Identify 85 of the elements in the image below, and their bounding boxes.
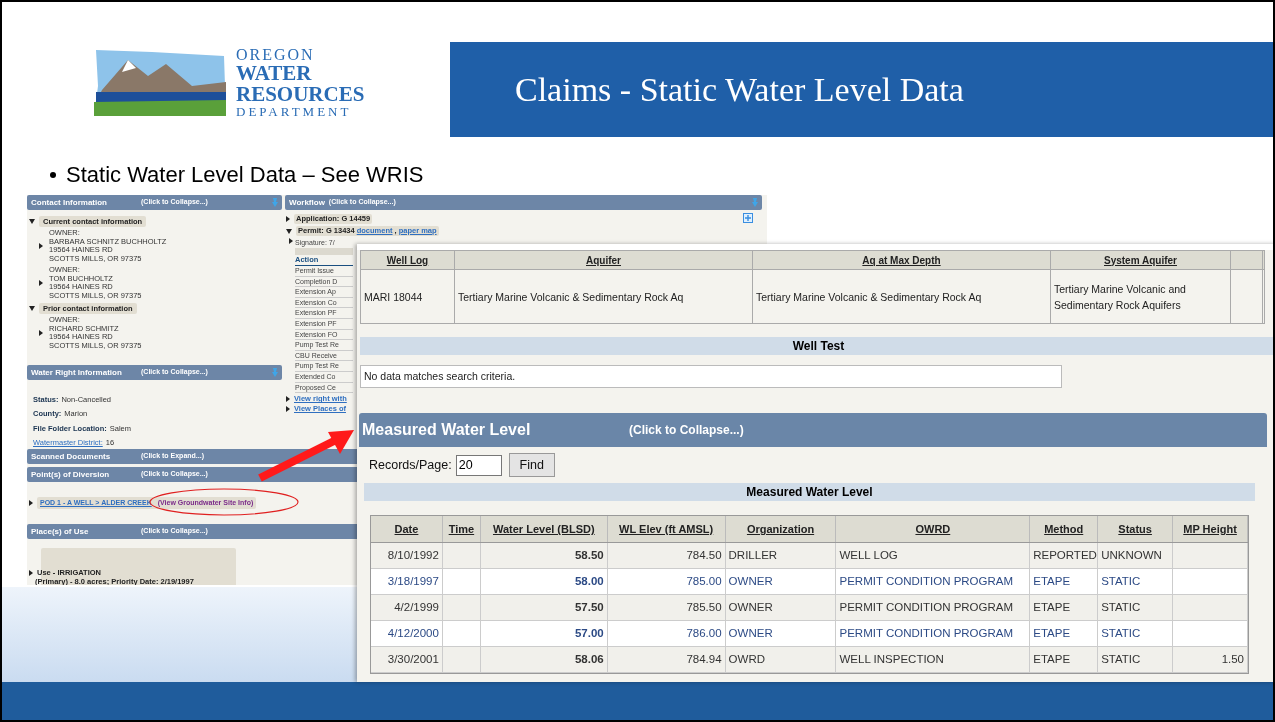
find-button[interactable]: Find: [508, 453, 555, 477]
field-label: Records/Page:: [369, 456, 452, 474]
table-cell: OWRD: [725, 647, 837, 672]
table-cell: ETAPE: [1030, 595, 1099, 620]
logo-text: WATER: [236, 62, 312, 84]
table-cell: 58.00: [480, 569, 608, 594]
table-cell: ETAPE: [1030, 569, 1099, 594]
table-cell: 57.50: [480, 595, 608, 620]
logo-text: OREGON: [236, 46, 315, 63]
column-header[interactable]: MP Height: [1173, 516, 1248, 542]
table-cell: OWNER: [725, 569, 837, 594]
column-header[interactable]: Aquifer: [455, 251, 753, 269]
table-cell: WELL INSPECTION: [836, 647, 1031, 672]
column-header[interactable]: Status: [1098, 516, 1174, 542]
expand-triangle-icon: [289, 238, 293, 244]
table-cell: 58.06: [480, 647, 608, 672]
table-cell: 8/10/1992: [371, 543, 443, 568]
table-cell: 57.00: [480, 621, 608, 646]
pin-icon: [272, 368, 278, 377]
column-header[interactable]: Method: [1030, 516, 1099, 542]
message-box: No data matches search criteria.: [360, 365, 1062, 388]
column-header[interactable]: Water Level (BLSD): [480, 516, 608, 542]
table-cell: STATIC: [1098, 569, 1174, 594]
column-header[interactable]: Aq at Max Depth: [753, 251, 1051, 269]
table-cell: Tertiary Marine Volcanic and Sedimentary Rock Aquifers: [1051, 270, 1231, 323]
panel-title: Water Right Information: [31, 366, 123, 379]
bullet-text: Static Water Level Data – See WRIS: [66, 161, 424, 189]
table-cell: 4/12/2000: [371, 621, 443, 646]
pin-icon: [752, 198, 758, 207]
expand-triangle-icon: [39, 330, 43, 336]
panel-title: Scanned Documents: [31, 450, 112, 463]
column-header[interactable]: Time: [442, 516, 481, 542]
table-cell: 3/30/2001: [371, 647, 443, 672]
section-title: Well Test: [792, 338, 845, 355]
table-cell: 785.00: [607, 569, 726, 594]
bullet-icon: [50, 171, 56, 178]
table-cell: 784.94: [607, 647, 726, 672]
expand-triangle-icon: [29, 569, 33, 576]
table-cell: 58.50: [480, 543, 608, 568]
table-cell: UNKNOWN: [1098, 543, 1174, 568]
table-cell: 3/18/1997: [371, 569, 443, 594]
table-cell: STATIC: [1098, 595, 1174, 620]
column-header[interactable]: Organization: [725, 516, 837, 542]
expand-triangle-icon: [39, 243, 43, 249]
table-cell: Tertiary Marine Volcanic & Sedimentary Rock Aq: [455, 270, 753, 323]
table-cell: 785.50: [607, 595, 726, 620]
records-input[interactable]: 20: [455, 454, 502, 476]
table-cell: OWNER: [725, 595, 837, 620]
slide-title: Claims - Static Water Level Data: [515, 70, 964, 110]
panel-title: Point(s) of Diversion: [31, 468, 111, 481]
table-header-bar: [295, 248, 353, 255]
panel-title: Place(s) of Use: [31, 525, 90, 538]
table-cell: STATIC: [1098, 621, 1174, 646]
table-cell: PERMIT CONDITION PROGRAM: [836, 569, 1031, 594]
table-cell: WELL LOG: [836, 543, 1031, 568]
panel-title: Workflow: [289, 196, 325, 209]
logo-text: DEPARTMENT: [236, 104, 352, 118]
plus-icon: [743, 213, 753, 223]
table-cell: 786.00: [607, 621, 726, 646]
table-cell: 4/2/1999: [371, 595, 443, 620]
table-cell: 784.50: [607, 543, 726, 568]
table-cell: 1.50: [1173, 647, 1248, 672]
table-cell: ETAPE: [1030, 621, 1099, 646]
logo-text: RESOURCES: [236, 83, 365, 105]
column-header[interactable]: WL Elev (ft AMSL): [607, 516, 726, 542]
table-cell: ETAPE: [1030, 647, 1099, 672]
pin-icon: [272, 198, 278, 207]
column-header[interactable]: Well Log: [361, 251, 455, 269]
expand-triangle-icon: [29, 500, 33, 506]
collapse-link[interactable]: (Click to Collapse...): [629, 421, 744, 439]
table-cell: MARI 18044: [361, 270, 455, 323]
expand-triangle-icon: [39, 280, 43, 286]
table-cell: STATIC: [1098, 647, 1174, 672]
table-cell: OWNER: [725, 621, 837, 646]
table-cell: PERMIT CONDITION PROGRAM: [836, 595, 1031, 620]
table-cell: DRILLER: [725, 543, 837, 568]
table-cell: REPORTED: [1030, 543, 1099, 568]
table-cell: PERMIT CONDITION PROGRAM: [836, 621, 1031, 646]
panel-title: Contact Information: [31, 196, 108, 209]
column-header[interactable]: Date: [371, 516, 443, 542]
table-cell: Tertiary Marine Volcanic & Sedimentary Rock Aq: [753, 270, 1051, 323]
panel-title: Measured Water Level: [362, 420, 532, 440]
section-title: Measured Water Level: [746, 484, 873, 501]
column-header[interactable]: System Aquifer: [1051, 251, 1231, 269]
column-header[interactable]: OWRD: [836, 516, 1031, 542]
